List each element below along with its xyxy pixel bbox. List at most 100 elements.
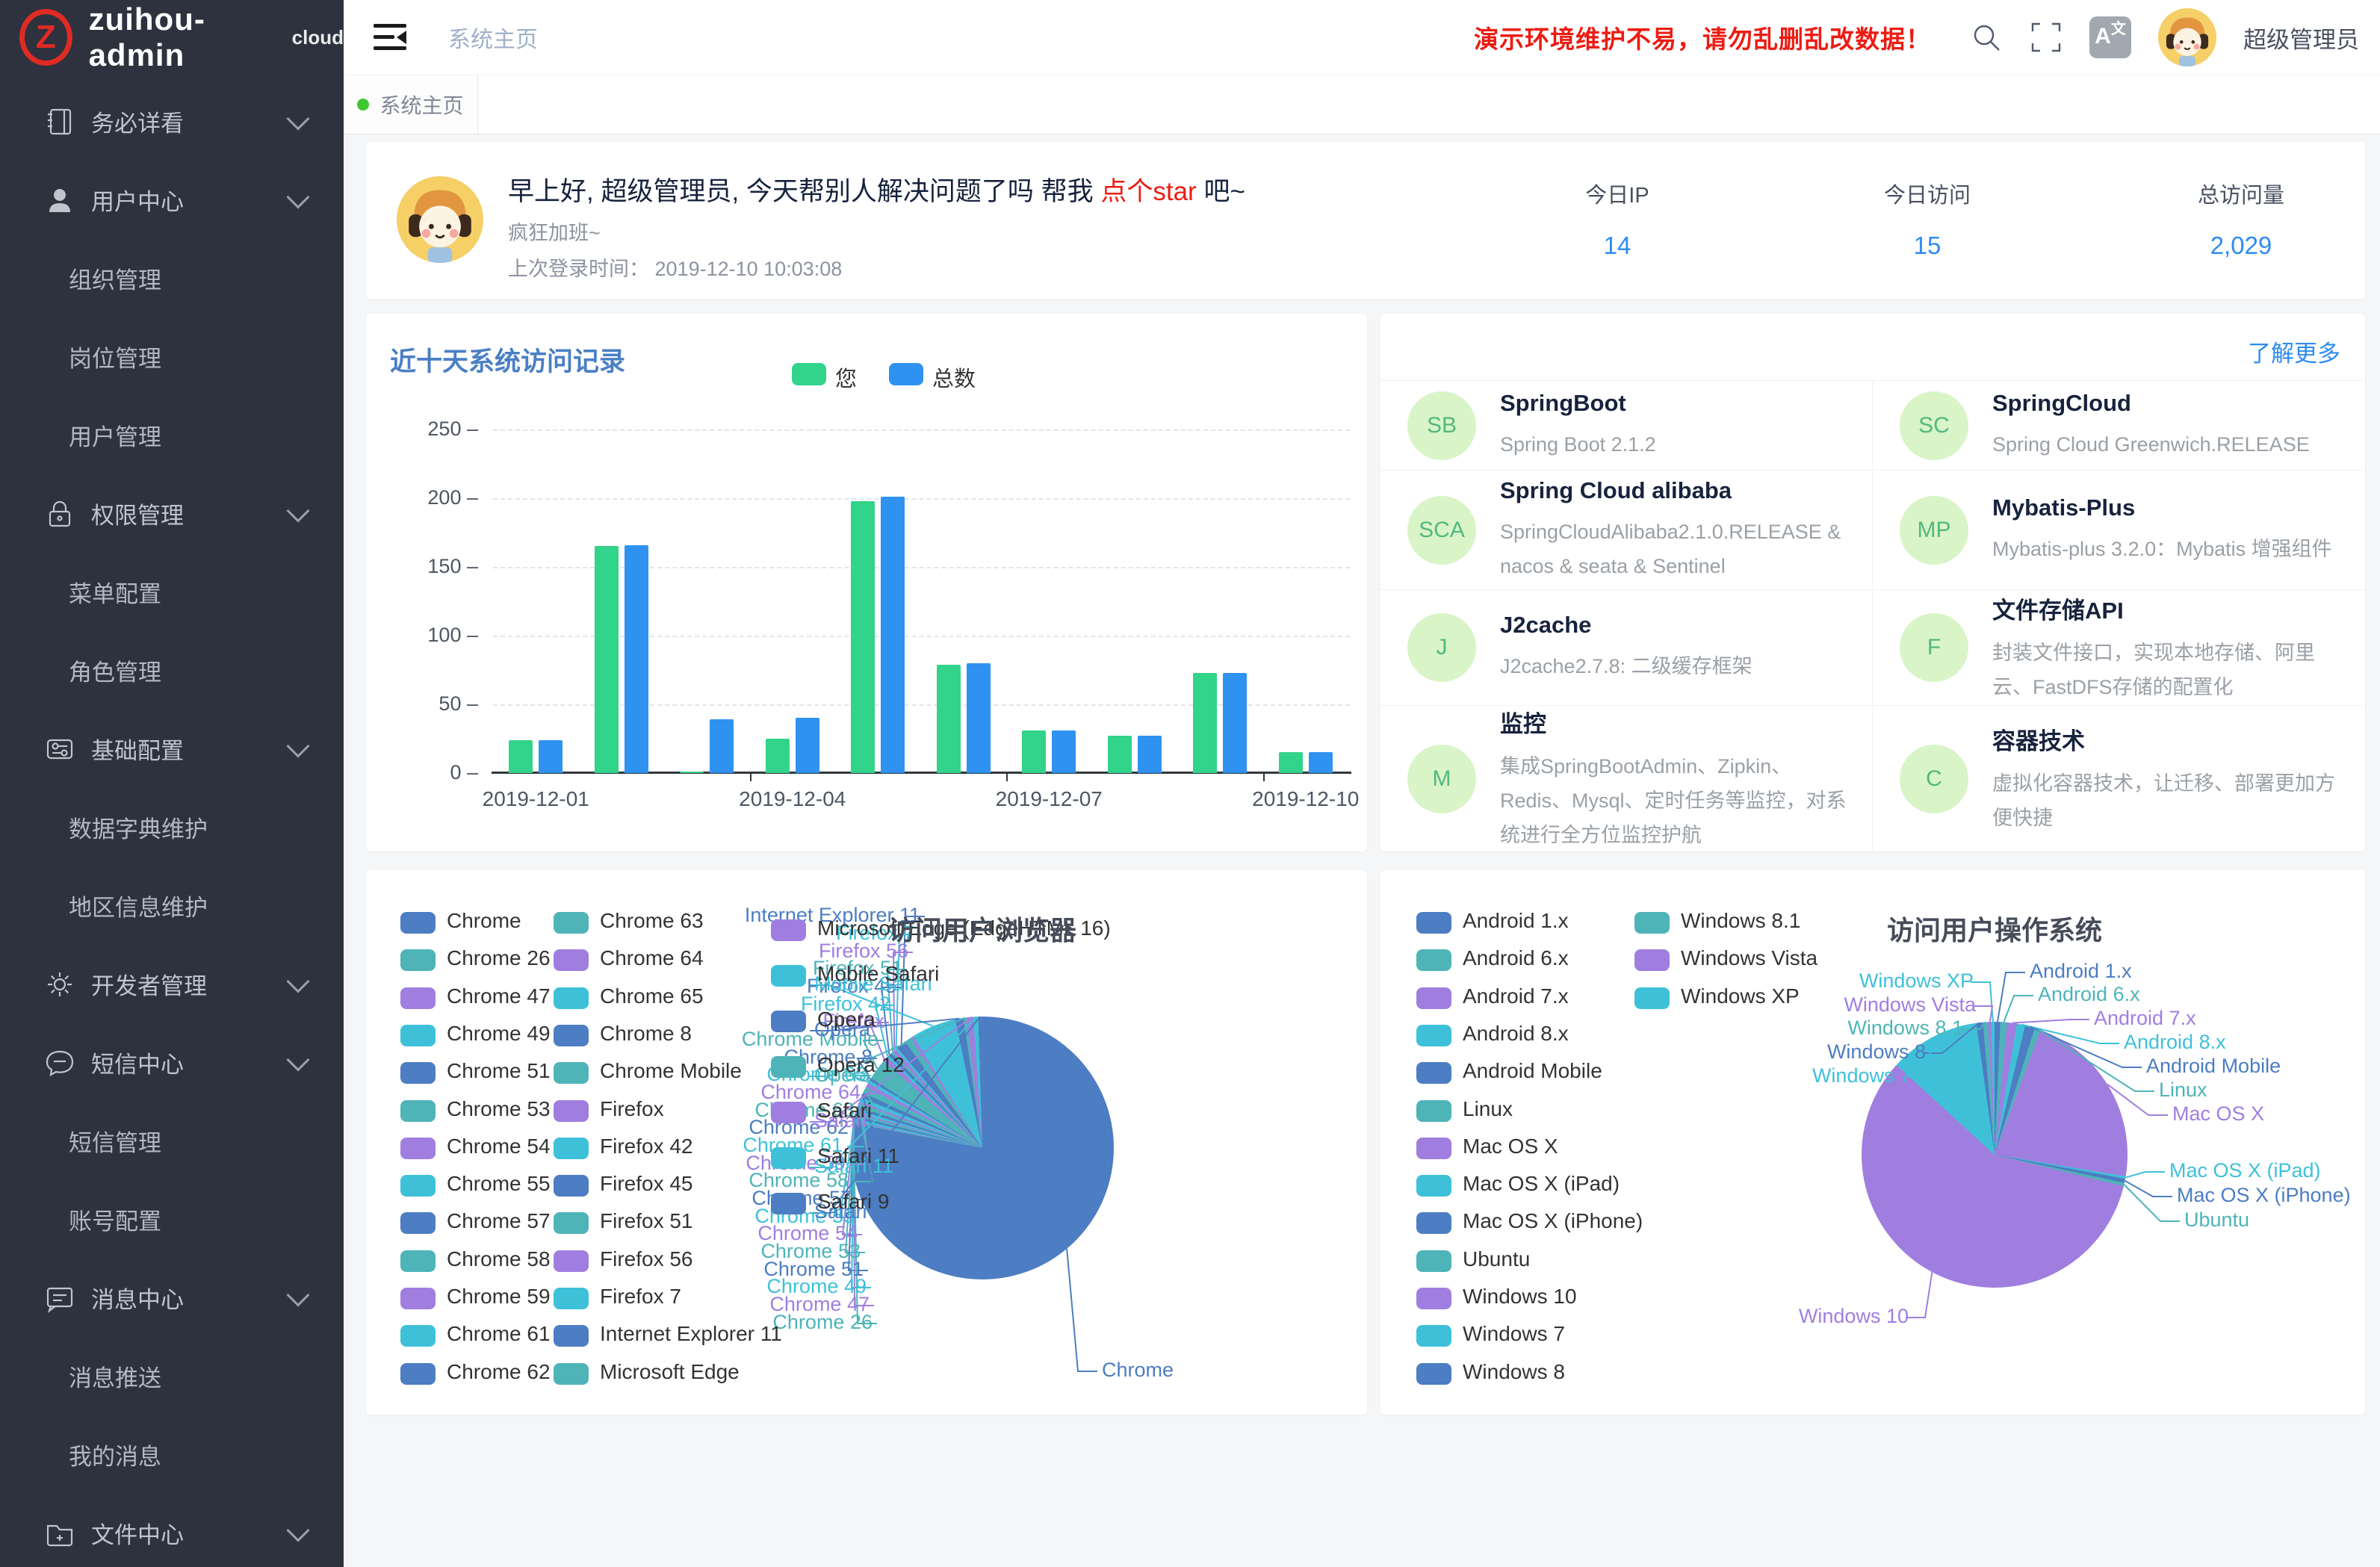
- last-login: 上次登录时间： 2019-12-10 10:03:08: [508, 252, 842, 282]
- bar-您-2019-12-06: [937, 665, 961, 773]
- tech-item-文件存储API: F文件存储API封装文件接口，实现本地存储、阿里云、FastDFS存储的配置化: [1873, 590, 2365, 706]
- chevron-down-icon: [286, 734, 309, 757]
- star-link[interactable]: 点个star: [1100, 177, 1196, 206]
- legend-label: Chrome 8: [600, 1022, 692, 1046]
- sidebar-item-开发者管理[interactable]: 开发者管理: [0, 945, 344, 1023]
- tech-item-desc: SpringCloudAlibaba2.1.0.RELEASE & nacos …: [1500, 515, 1850, 583]
- sidebar-subitem-用户管理[interactable]: 用户管理: [0, 396, 344, 474]
- legend-label: Windows XP: [1681, 984, 1800, 1008]
- translate-icon[interactable]: A文: [2089, 16, 2131, 58]
- sidebar-item-label: 我的消息: [69, 1438, 161, 1471]
- chevron-down-icon: [286, 969, 309, 993]
- tab-bar: 系统主页: [344, 75, 2380, 134]
- bar-总数-2019-12-07: [1052, 730, 1076, 773]
- user-icon: [43, 184, 76, 217]
- learn-more-link[interactable]: 了解更多: [2248, 335, 2340, 368]
- y-tick-label: 200 –: [388, 486, 478, 509]
- sidebar-subitem-菜单配置[interactable]: 菜单配置: [0, 553, 344, 631]
- legend-swatch: [554, 1250, 589, 1272]
- sidebar-subitem-角色管理[interactable]: 角色管理: [0, 631, 344, 710]
- sidebar-item-消息中心[interactable]: 消息中心: [0, 1259, 344, 1337]
- legend-swatch: [1634, 949, 1670, 971]
- pie-callout-Android 1.x: Android 1.x: [2030, 960, 2132, 983]
- legend-swatch: [1416, 1025, 1451, 1046]
- legend-swatch[interactable]: [889, 363, 923, 385]
- legend-swatch: [554, 912, 589, 934]
- sidebar-item-短信中心[interactable]: 短信中心: [0, 1023, 344, 1102]
- stat-今日访问: 今日访问15: [1808, 178, 2047, 260]
- bar-您-2019-12-03: [680, 772, 704, 773]
- legend-swatch: [771, 965, 806, 987]
- bar-您-2019-12-05: [851, 501, 875, 773]
- x-tick-mark: [1006, 774, 1008, 781]
- search-icon[interactable]: [1970, 21, 2003, 54]
- legend-swatch: [400, 1212, 436, 1234]
- x-tick-label: 2019-12-01: [450, 787, 622, 811]
- greeting-mood: 疯狂加班~: [508, 217, 601, 246]
- username[interactable]: 超级管理员: [2243, 21, 2359, 55]
- sidebar-item-基础配置[interactable]: 基础配置: [0, 710, 344, 788]
- legend-swatch: [400, 987, 436, 1009]
- app-root: Z zuihou-admin cloud 务必详看用户中心组织管理岗位管理用户管…: [0, 0, 2380, 1567]
- main-area: 系统主页 演示环境维护不易，请勿乱删乱改数据！ A文: [344, 0, 2380, 1567]
- bar-总数-2019-12-10: [1309, 752, 1333, 773]
- legend-label: Chrome 64: [600, 946, 704, 970]
- chevron-down-icon: [286, 185, 309, 208]
- sidebar-subitem-组织管理[interactable]: 组织管理: [0, 239, 344, 317]
- sidebar-subitem-数据字典维护[interactable]: 数据字典维护: [0, 788, 344, 866]
- menu-fold-icon[interactable]: [374, 22, 406, 52]
- sidebar-subitem-消息推送[interactable]: 消息推送: [0, 1337, 344, 1415]
- sidebar-subitem-账号配置[interactable]: 账号配置: [0, 1180, 344, 1259]
- sidebar-menu: 务必详看用户中心组织管理岗位管理用户管理权限管理菜单配置角色管理基础配置数据字典…: [0, 75, 344, 1567]
- legend-label: Windows 10: [1463, 1285, 1577, 1309]
- sidebar-item-label: 权限管理: [91, 497, 184, 530]
- legend-swatch: [1416, 1250, 1451, 1272]
- legend-label: Chrome: [447, 909, 521, 933]
- legend-label: Chrome 63: [600, 909, 704, 933]
- tab-home[interactable]: 系统主页: [344, 75, 478, 134]
- tech-item-desc: Spring Cloud Greenwich.RELEASE: [1992, 427, 2343, 462]
- bar-您-2019-12-09: [1193, 673, 1217, 773]
- legend-swatch: [1634, 912, 1670, 934]
- sidebar-item-label: 短信中心: [91, 1046, 184, 1079]
- sidebar-subitem-短信管理[interactable]: 短信管理: [0, 1102, 344, 1180]
- legend-label: Chrome 58: [447, 1247, 551, 1271]
- sidebar-subitem-我的消息[interactable]: 我的消息: [0, 1415, 344, 1494]
- app-logo: Z zuihou-admin cloud: [0, 0, 344, 75]
- bar-您-2019-12-07: [1022, 730, 1046, 773]
- tech-card-header: 了解更多: [1380, 314, 2365, 381]
- breadcrumb[interactable]: 系统主页: [448, 21, 538, 54]
- legend-swatch: [554, 1212, 589, 1234]
- sidebar-item-label: 基础配置: [91, 732, 184, 766]
- sidebar-subitem-地区信息维护[interactable]: 地区信息维护: [0, 866, 344, 945]
- legend-swatch: [554, 987, 589, 1009]
- tech-item-desc: 虚拟化容器技术，让迁移、部署更加方便快捷: [1992, 766, 2343, 835]
- legend-label-您[interactable]: 您: [835, 362, 857, 393]
- bar-总数-2019-12-02: [625, 545, 648, 773]
- sidebar-item-label: 文件中心: [91, 1516, 184, 1550]
- legend-label: Ubuntu: [1463, 1247, 1530, 1271]
- sidebar-item-文件中心[interactable]: 文件中心: [0, 1494, 344, 1567]
- legend-label: Chrome 47: [447, 984, 551, 1008]
- legend-label: Chrome 55: [447, 1172, 551, 1196]
- tech-item-监控: M监控集成SpringBootAdmin、Zipkin、Redis、Mysql、…: [1380, 706, 1873, 851]
- legend-label: Windows 7: [1463, 1322, 1565, 1346]
- tech-avatar: SCA: [1407, 496, 1476, 565]
- sidebar-item-label: 消息推送: [69, 1359, 161, 1393]
- legend-swatch: [771, 1056, 806, 1078]
- legend-label: Chrome 65: [600, 984, 704, 1008]
- legend-label: Windows Vista: [1681, 946, 1817, 970]
- sidebar-item-权限管理[interactable]: 权限管理: [0, 474, 344, 553]
- user-avatar[interactable]: [2158, 8, 2216, 66]
- legend-swatch[interactable]: [792, 363, 826, 385]
- sidebar-subitem-岗位管理[interactable]: 岗位管理: [0, 317, 344, 396]
- legend-swatch: [400, 1100, 436, 1122]
- sidebar-item-务必详看[interactable]: 务必详看: [0, 82, 344, 161]
- legend-label: Firefox 45: [600, 1172, 693, 1196]
- bar-您-2019-12-10: [1279, 752, 1303, 773]
- sidebar-item-用户中心[interactable]: 用户中心: [0, 161, 344, 239]
- tech-item-SpringCloud: SCSpringCloudSpring Cloud Greenwich.RELE…: [1873, 381, 2365, 471]
- fullscreen-icon[interactable]: [2030, 21, 2063, 54]
- legend-label: Chrome Mobile: [600, 1059, 742, 1083]
- legend-label-总数[interactable]: 总数: [932, 362, 976, 393]
